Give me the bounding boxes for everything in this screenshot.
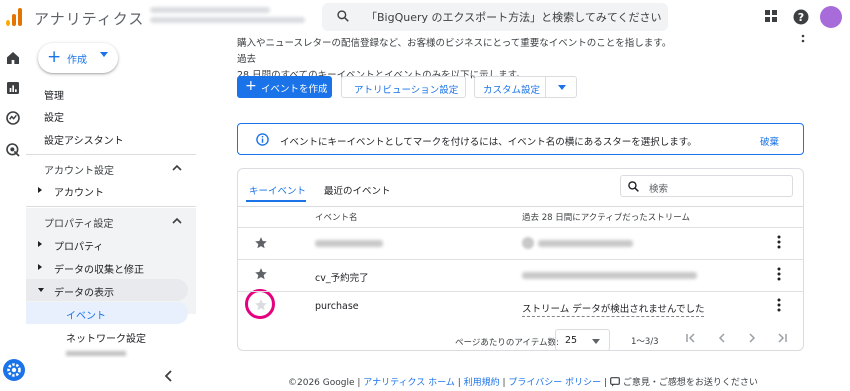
star-filled-icon[interactable] bbox=[254, 267, 268, 281]
chevron-down-icon bbox=[100, 52, 108, 57]
chevron-down-icon bbox=[592, 339, 600, 344]
first-page-icon[interactable] bbox=[685, 332, 697, 344]
avatar[interactable] bbox=[820, 6, 842, 28]
sidebar-item-data-display[interactable]: データの表示 bbox=[54, 284, 114, 299]
svg-text:?: ? bbox=[798, 11, 804, 24]
divider bbox=[238, 206, 803, 207]
more-vert-icon[interactable] bbox=[777, 267, 781, 281]
divider bbox=[238, 227, 803, 228]
reports-icon[interactable] bbox=[5, 80, 21, 96]
rows-per-page-label: ページあたりのアイテム数: bbox=[455, 338, 559, 348]
last-page-icon[interactable] bbox=[776, 332, 788, 344]
tab-key-events[interactable]: キーイベント bbox=[249, 183, 306, 197]
expand-arrow-icon bbox=[38, 187, 42, 193]
main-content: 購入やニュースレターの配信登録など、お客様のビジネスにとって重要なイベントのこと… bbox=[196, 34, 850, 391]
blurred-stream-icon bbox=[522, 237, 534, 249]
plus-icon: + bbox=[47, 47, 62, 67]
more-icon[interactable] bbox=[801, 34, 805, 44]
account-settings-section[interactable]: アカウント設定 bbox=[44, 162, 114, 177]
terms-link[interactable]: 利用規約 bbox=[464, 378, 500, 388]
search-icon bbox=[337, 10, 349, 22]
selected-item-bg bbox=[26, 302, 188, 324]
tab-recent-events[interactable]: 最近のイベント bbox=[324, 183, 391, 197]
analytics-logo-icon[interactable] bbox=[6, 8, 22, 26]
chevron-up-icon[interactable] bbox=[172, 217, 182, 225]
feedback-icon[interactable] bbox=[609, 377, 620, 387]
expand-arrow-icon bbox=[38, 241, 42, 247]
divider bbox=[238, 291, 803, 292]
plus-icon: + bbox=[245, 78, 257, 94]
admin-gear-icon[interactable] bbox=[3, 359, 25, 381]
expand-arrow-icon bbox=[38, 264, 42, 270]
collapse-sidebar-icon[interactable] bbox=[164, 370, 174, 382]
star-outline-icon[interactable] bbox=[254, 298, 268, 312]
info-banner: イベントにキーイベントとしてマークを付けるには、イベント名の横にあるスターを選択… bbox=[237, 123, 804, 155]
rows-per-page-select[interactable]: 25 bbox=[555, 329, 610, 351]
sidebar-item-admin[interactable]: 管理 bbox=[44, 87, 64, 102]
attribution-settings-button[interactable]: アトリビューション設定 bbox=[341, 76, 466, 98]
sidebar-item-network-settings[interactable]: ネットワーク設定 bbox=[66, 330, 146, 345]
property-settings-section[interactable]: プロパティ設定 bbox=[44, 215, 113, 230]
search-placeholder: 「BigQuery のエクスポート方法」と検索してみてください bbox=[366, 11, 662, 24]
explore-icon[interactable] bbox=[5, 110, 21, 126]
truncated-item bbox=[66, 351, 126, 356]
blurred-event-name bbox=[315, 240, 383, 247]
sidebar-item-data-collection[interactable]: データの収集と修正 bbox=[54, 261, 144, 276]
no-stream-data-text: ストリーム データが検出されませんでした bbox=[522, 301, 705, 317]
divider bbox=[26, 154, 196, 155]
chevron-up-icon[interactable] bbox=[172, 164, 182, 172]
sidebar-item-setup-assistant[interactable]: 設定アシスタント bbox=[44, 132, 124, 147]
column-header-streams[interactable]: 過去 28 日間にアクティブだったストリーム bbox=[522, 211, 690, 223]
table-search-input[interactable]: 検索 bbox=[620, 175, 793, 197]
app-title[interactable]: アナリティクス bbox=[34, 8, 144, 29]
event-name[interactable]: purchase bbox=[315, 301, 359, 312]
prev-page-icon[interactable] bbox=[716, 332, 728, 344]
events-card: キーイベント 最近のイベント 検索 イベント名 過去 28 日間にアクティブだっ… bbox=[237, 168, 804, 351]
create-button[interactable]: + 作成 bbox=[38, 43, 118, 73]
more-vert-icon[interactable] bbox=[777, 298, 781, 312]
event-name[interactable]: cv_予約完了 bbox=[315, 270, 369, 284]
feedback-link[interactable]: ご意見・ご感想をお送りください bbox=[623, 378, 758, 388]
advertising-icon[interactable] bbox=[5, 142, 21, 158]
page-range: 1〜3/3 bbox=[631, 337, 659, 347]
privacy-link[interactable]: プライバシー ポリシー bbox=[508, 378, 601, 388]
more-vert-icon[interactable] bbox=[777, 235, 781, 249]
info-icon bbox=[256, 133, 269, 146]
divider bbox=[238, 259, 803, 260]
column-header-event-name[interactable]: イベント名 bbox=[315, 211, 358, 223]
top-app-bar: アナリティクス 「BigQuery のエクスポート方法」と検索してみてください … bbox=[0, 0, 850, 36]
analytics-home-link[interactable]: アナリティクス ホーム bbox=[363, 378, 455, 388]
custom-settings-dropdown[interactable] bbox=[545, 76, 577, 98]
sidebar-item-settings[interactable]: 設定 bbox=[44, 109, 64, 124]
create-event-button[interactable]: + イベントを作成 bbox=[237, 76, 332, 98]
help-icon[interactable]: ? bbox=[793, 9, 809, 25]
search-icon bbox=[628, 181, 639, 192]
blurred-stream-name bbox=[538, 240, 633, 247]
left-nav-rail bbox=[0, 36, 26, 391]
star-filled-icon[interactable] bbox=[254, 236, 268, 250]
active-tab-indicator bbox=[246, 200, 306, 202]
banner-text: イベントにキーイベントとしてマークを付けるには、イベント名の横にあるスターを選択… bbox=[280, 137, 697, 148]
divider bbox=[26, 206, 196, 207]
sidebar-item-events[interactable]: イベント bbox=[66, 307, 106, 322]
chevron-down-icon bbox=[558, 85, 566, 90]
home-icon[interactable] bbox=[5, 50, 21, 66]
account-selector[interactable] bbox=[150, 7, 310, 29]
search-bar[interactable]: 「BigQuery のエクスポート方法」と検索してみてください bbox=[322, 3, 668, 31]
blurred-stream-name bbox=[522, 272, 697, 279]
sidebar-item-property[interactable]: プロパティ bbox=[54, 238, 103, 253]
apps-grid-icon[interactable] bbox=[764, 9, 778, 23]
footer: ©2026 Google | アナリティクス ホーム | 利用規約 | プライバ… bbox=[288, 377, 758, 388]
collapse-arrow-icon bbox=[38, 288, 44, 292]
custom-settings-button[interactable]: カスタム設定 bbox=[474, 76, 546, 98]
next-page-icon[interactable] bbox=[746, 332, 758, 344]
sidebar-item-account[interactable]: アカウント bbox=[54, 184, 104, 199]
admin-sidebar: + 作成 管理 設定 設定アシスタント アカウント設定 アカウント プロパティ設… bbox=[26, 36, 196, 391]
dismiss-button[interactable]: 破棄 bbox=[760, 134, 779, 148]
